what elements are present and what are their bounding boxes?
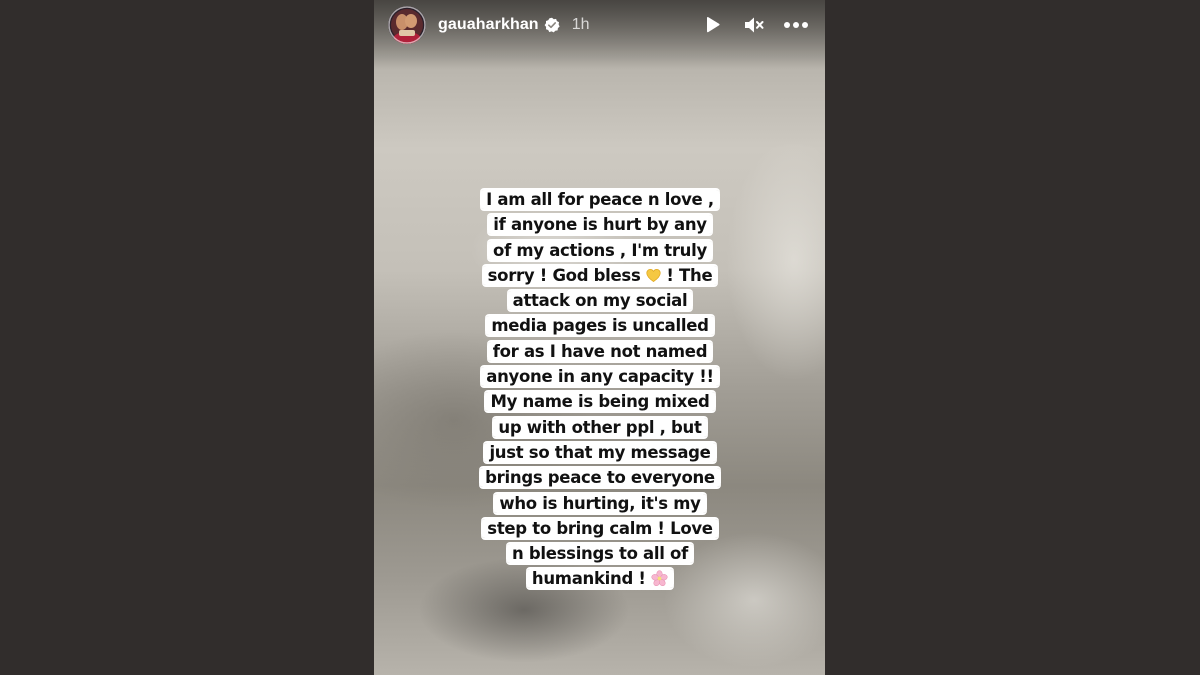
more-options-button[interactable] [782,11,810,39]
verified-badge-icon [544,17,560,33]
mute-button[interactable] [740,11,768,39]
caption-line: media pages is uncalled [454,313,746,338]
story-viewer[interactable]: gauaharkhan 1h I am all for peace n love… [374,0,825,675]
caption-line: if anyone is hurt by any [454,212,746,237]
caption-text: ! The [666,265,713,285]
caption-line: for as I have not named [454,339,746,364]
caption-line: just so that my message [454,440,746,465]
more-options-icon [784,22,808,28]
caption-line: sorry ! God bless ! The [454,263,746,288]
caption-line: who is hurting, it's my [454,491,746,516]
profile-avatar[interactable] [388,6,426,44]
play-icon [707,17,720,33]
play-button[interactable] [698,11,726,39]
story-controls [698,11,810,39]
story-timestamp: 1h [571,16,590,33]
caption-line: anyone in any capacity !! [454,364,746,389]
caption-line: step to bring calm ! Love [454,516,746,541]
page: gauaharkhan 1h I am all for peace n love… [0,0,1200,675]
caption-text: sorry ! God bless [487,265,641,285]
caption-line: humankind ! [454,566,746,591]
caption-line: My name is being mixed [454,389,746,414]
caption-line: attack on my social [454,288,746,313]
caption-line: n blessings to all of [454,541,746,566]
story-header: gauaharkhan 1h [388,6,810,44]
caption-line: up with other ppl , but [454,415,746,440]
yellow-heart-icon [646,268,661,282]
caption-line: brings peace to everyone [454,465,746,490]
story-caption: I am all for peace n love , if anyone is… [454,187,746,592]
caption-line: I am all for peace n love , [454,187,746,212]
muted-speaker-icon [745,17,764,33]
story-username[interactable]: gauaharkhan [438,16,539,34]
caption-text: humankind ! [531,569,646,589]
caption-line: of my actions , I'm truly [454,238,746,263]
cherry-blossom-icon [651,570,668,587]
